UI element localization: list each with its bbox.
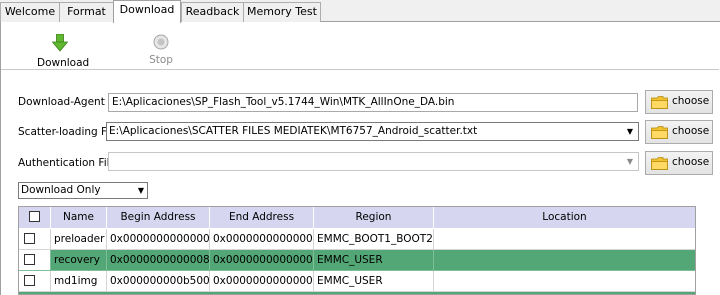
- folder-icon: [651, 126, 668, 142]
- cell-begin-address: 0x0000000000000000: [107, 229, 210, 250]
- chevron-down-icon: ▼: [137, 186, 144, 195]
- cell-begin-address: 0x0000000000008000: [107, 250, 210, 271]
- cell-end-address: 0x0000000000000000: [210, 250, 314, 271]
- tab-format[interactable]: Format: [59, 2, 114, 22]
- row-checkbox[interactable]: [24, 233, 35, 244]
- scatter-file-label: Scatter-loading File: [18, 126, 119, 138]
- download-mode-select[interactable]: Download Only ▼: [18, 182, 148, 199]
- row-checkbox[interactable]: [24, 275, 35, 286]
- stop-button-label: Stop: [149, 54, 173, 66]
- auth-file-choose-button[interactable]: choose: [645, 151, 713, 175]
- select-all-header: [19, 207, 51, 228]
- chevron-down-icon[interactable]: ▼: [622, 153, 638, 170]
- download-agent-field[interactable]: E:\Aplicaciones\SP_Flash_Tool_v5.1744_Wi…: [108, 93, 638, 112]
- cell-region: EMMC_BOOT1_BOOT2: [314, 229, 434, 250]
- folder-icon: [651, 157, 668, 173]
- column-header-name[interactable]: Name: [51, 207, 107, 228]
- select-all-checkbox[interactable]: [29, 211, 40, 222]
- tab-bar: Welcome Format Download Readback Memory …: [0, 0, 720, 23]
- tab-download[interactable]: Download: [113, 0, 181, 23]
- choose-label: choose: [672, 125, 710, 137]
- row-checkbox[interactable]: [24, 254, 35, 265]
- cell-region: EMMC_USER: [314, 271, 434, 292]
- download-button[interactable]: Download: [37, 33, 90, 69]
- table-row[interactable]: md1img 0x000000000b500000 0x000000000000…: [19, 271, 695, 292]
- stop-button[interactable]: Stop: [145, 34, 177, 66]
- cell-name: preloader: [51, 229, 107, 250]
- download-agent-label: Download-Agent: [18, 96, 105, 108]
- download-mode-value: Download Only: [21, 184, 101, 196]
- scatter-file-combo[interactable]: E:\Aplicaciones\SCATTER FILES MEDIATEK\M…: [106, 122, 639, 141]
- choose-label: choose: [672, 156, 710, 168]
- table-row[interactable]: recovery 0x0000000000008000 0x0000000000…: [19, 250, 695, 271]
- cell-end-address: 0x0000000000000000: [210, 229, 314, 250]
- column-header-end-address[interactable]: End Address: [210, 207, 314, 228]
- download-arrow-icon: [51, 33, 69, 55]
- auth-file-label: Authentication File: [18, 157, 116, 169]
- cell-name: md1img: [51, 271, 107, 292]
- scatter-file-value: E:\Aplicaciones\SCATTER FILES MEDIATEK\M…: [109, 125, 478, 137]
- folder-icon: [651, 96, 668, 112]
- tab-welcome[interactable]: Welcome: [0, 2, 60, 22]
- column-header-location[interactable]: Location: [434, 207, 695, 228]
- chevron-down-icon[interactable]: ▼: [622, 123, 638, 140]
- choose-label: choose: [672, 95, 710, 107]
- cell-region: EMMC_USER: [314, 250, 434, 271]
- tab-memory-test[interactable]: Memory Test: [243, 2, 321, 22]
- tab-readback[interactable]: Readback: [181, 2, 244, 22]
- auth-file-combo[interactable]: ▼: [108, 152, 639, 171]
- cell-location[interactable]: [434, 271, 695, 292]
- cell-location[interactable]: [434, 229, 695, 250]
- cell-begin-address: 0x000000000b500000: [107, 271, 210, 292]
- partition-table: Name Begin Address End Address Region Lo…: [18, 206, 696, 295]
- cell-end-address: 0x0000000000000000: [210, 271, 314, 292]
- cell-location[interactable]: [434, 250, 695, 271]
- download-button-label: Download: [37, 57, 90, 69]
- download-agent-choose-button[interactable]: choose: [645, 90, 713, 114]
- table-row[interactable]: preloader 0x0000000000000000 0x000000000…: [19, 229, 695, 250]
- scatter-file-choose-button[interactable]: choose: [645, 120, 713, 144]
- toolbar: Download Stop: [1, 22, 719, 70]
- download-panel: Download Stop Download-Agent E:\Aplicaci…: [0, 22, 720, 295]
- column-header-region[interactable]: Region: [314, 207, 434, 228]
- cell-name: recovery: [51, 250, 107, 271]
- stop-icon: [153, 34, 169, 53]
- column-header-begin-address[interactable]: Begin Address: [107, 207, 210, 228]
